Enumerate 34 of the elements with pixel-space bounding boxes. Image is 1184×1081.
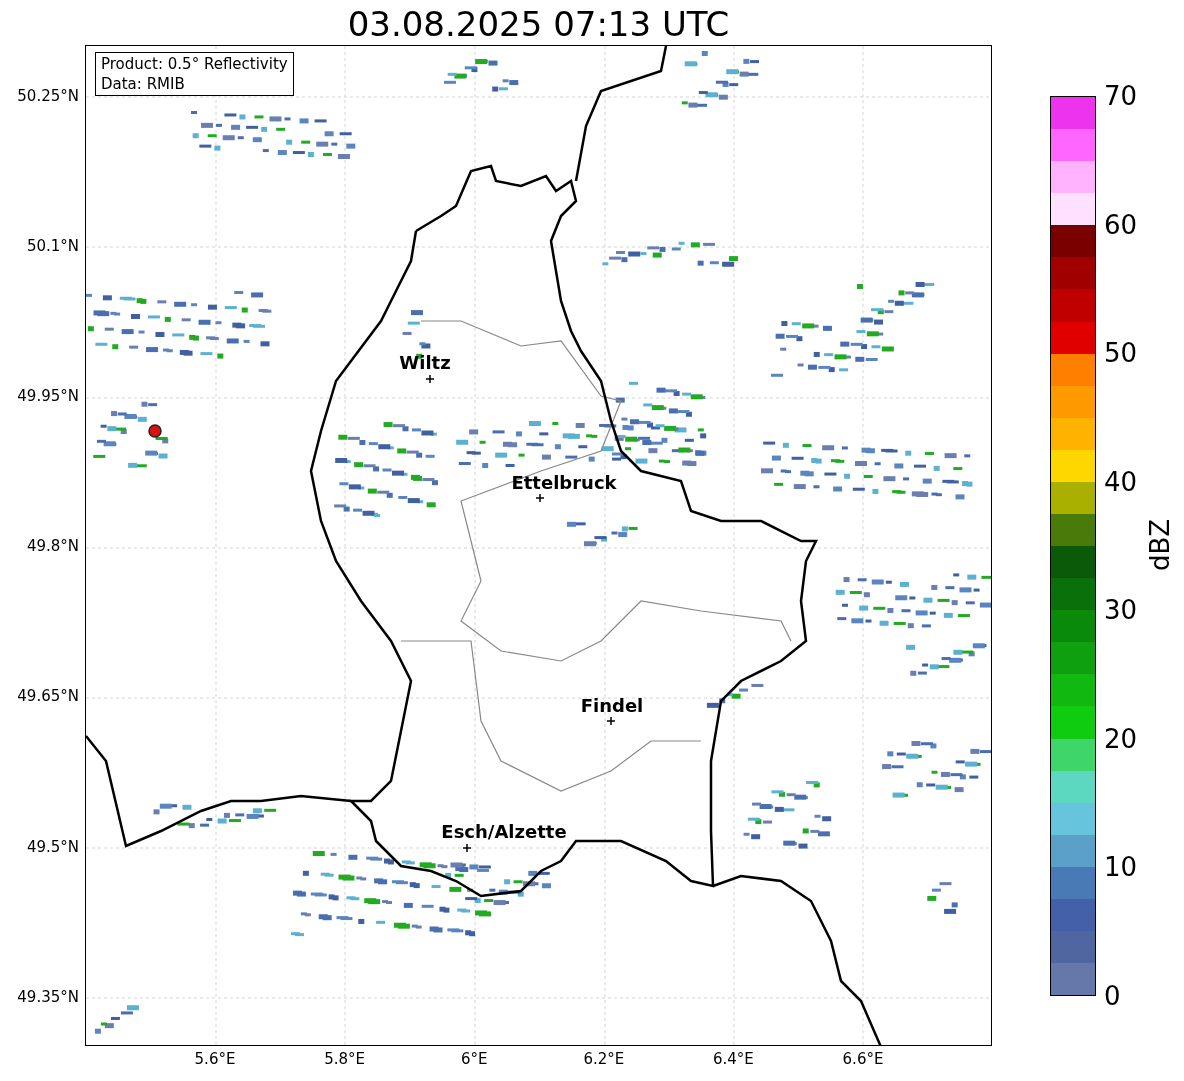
colorbar-tick-label: 60 [1104, 209, 1138, 240]
city-label: Findel [580, 696, 644, 716]
info-text: Product: 0.5° Reflectivity [101, 54, 288, 74]
colorbar-tick-label: 50 [1104, 338, 1138, 369]
city-label: Wiltz [399, 353, 451, 373]
latitude-label: 49.5°N [26, 837, 79, 856]
colorbar-label: dBZ [1145, 517, 1175, 574]
latitude-label: 50.1°N [26, 237, 79, 256]
longitude-label: 5.8°E [324, 1050, 365, 1068]
longitude-label: 6°E [460, 1050, 488, 1068]
colorbar-tick-label: 70 [1104, 81, 1138, 111]
latitude-label: 49.95°N [17, 387, 79, 406]
city-label: Esch/Alzette [441, 822, 567, 842]
city-marker-icon [535, 493, 545, 503]
longitude-label: 6.6°E [842, 1050, 884, 1068]
info-text: Data: RMIB [101, 74, 186, 94]
latitude-label: 50.25°N [17, 87, 79, 105]
longitude-label: 5.6°E [194, 1050, 236, 1068]
colorbar-tick-label: 30 [1104, 595, 1138, 626]
city-marker-icon [425, 374, 435, 384]
city-label: Ettelbruck [511, 473, 617, 493]
radar-site-marker [148, 424, 162, 438]
longitude-label: 6.2°E [583, 1050, 625, 1068]
longitude-label: 6.4°E [712, 1050, 754, 1068]
latitude-label: 49.65°N [17, 687, 79, 706]
latitude-label: 49.35°N [17, 987, 79, 1006]
colorbar-tick-label: 10 [1104, 852, 1138, 883]
latitude-label: 49.8°N [26, 537, 79, 556]
colorbar-tick-label: 0 [1104, 981, 1121, 1011]
colorbar-tick-label: 20 [1104, 723, 1138, 754]
map-title: 03.08.2025 07:13 UTC [346, 4, 731, 44]
city-marker-icon [462, 843, 472, 853]
colorbar-tick-label: 40 [1104, 466, 1138, 497]
city-marker-icon [606, 716, 616, 726]
